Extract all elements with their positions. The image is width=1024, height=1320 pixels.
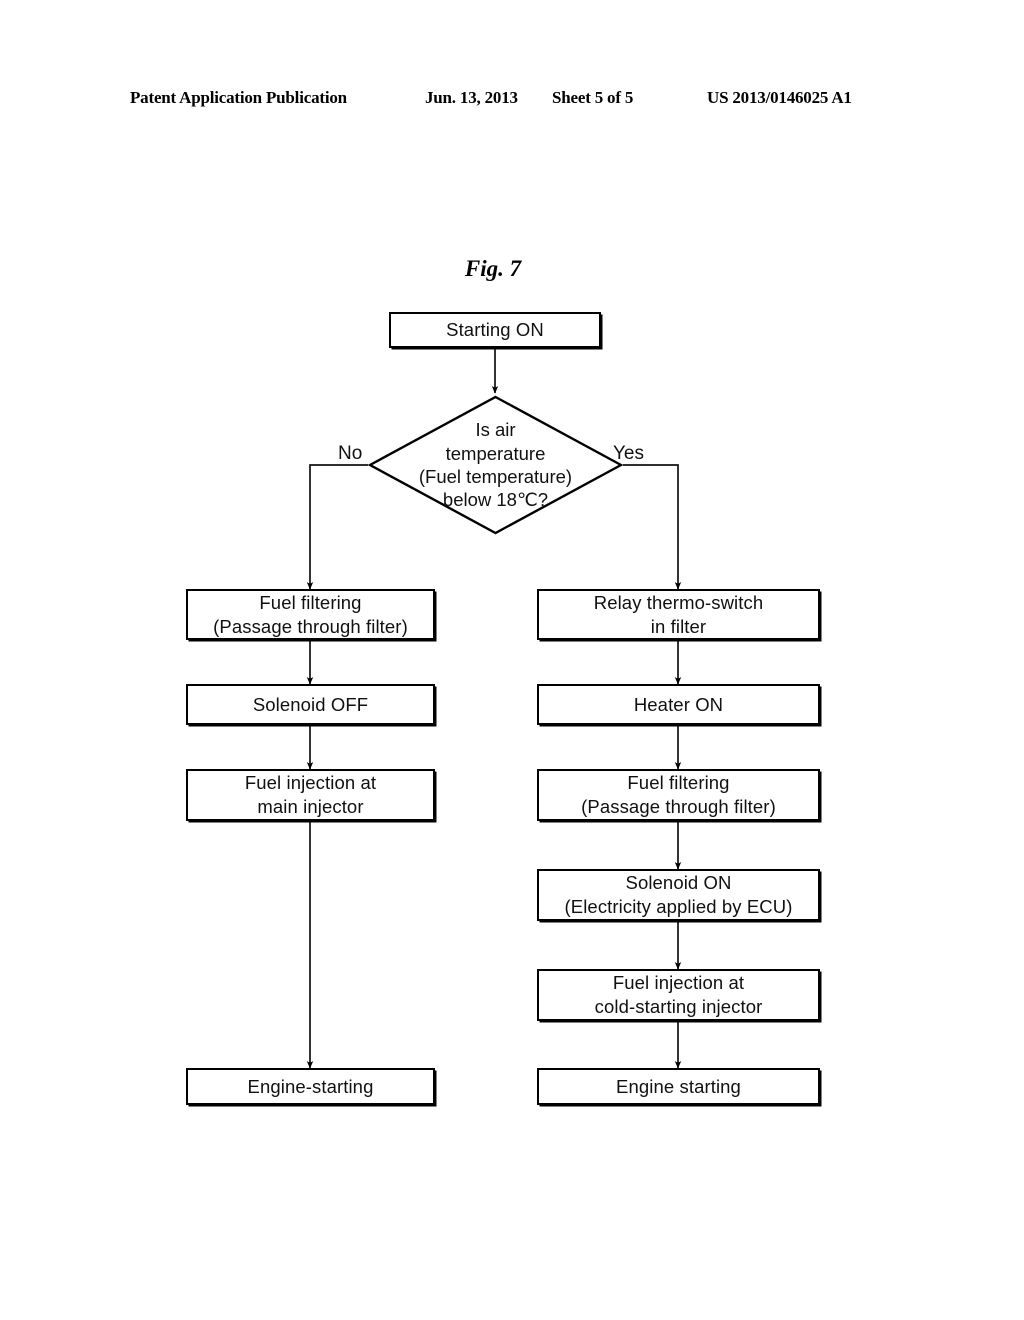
flow-node-text-line: (Passage through filter) — [213, 615, 408, 637]
flow-node-right-engine-starting-lines: Engine starting — [539, 1075, 818, 1099]
flow-node-left-fuel-filtering-lines: Fuel filtering (Passage through filter) — [188, 591, 433, 638]
flow-node-right-relay-thermo-switch-lines: Relay thermo-switch in filter — [539, 591, 818, 638]
flow-node-left-solenoid-off-lines: Solenoid OFF — [188, 693, 433, 717]
flow-node-left-fuel-injection[interactable]: Fuel injection at main injector — [186, 769, 435, 821]
flow-node-left-engine-starting[interactable]: Engine-starting — [186, 1068, 435, 1105]
connector-yes-branch — [623, 464, 682, 590]
flow-node-right-fuel-filtering[interactable]: Fuel filtering (Passage through filter) — [537, 769, 820, 821]
flowchart-connectors — [306, 348, 682, 1069]
flow-node-right-cold-start-injection[interactable]: Fuel injection at cold-starting injector — [537, 969, 820, 1021]
flow-node-text-line: Heater ON — [633, 693, 724, 715]
flow-node-starting-on[interactable]: Starting ON — [389, 312, 601, 348]
flow-node-text-line: Fuel filtering — [259, 591, 362, 613]
flow-node-text-line: Relay thermo-switch — [593, 591, 764, 613]
flow-node-text-line: Fuel injection at — [244, 772, 377, 794]
flow-node-right-fuel-filtering-lines: Fuel filtering (Passage through filter) — [539, 771, 818, 818]
flow-node-text-line: Starting ON — [446, 319, 544, 341]
flow-decision-air-temperature[interactable]: Is air temperature (Fuel temperature) below… — [368, 395, 623, 535]
decision-diamond-shape — [368, 395, 623, 535]
flow-node-text-line: Solenoid OFF — [252, 693, 369, 715]
flow-node-left-fuel-injection-lines: Fuel injection at main injector — [188, 771, 433, 818]
flow-node-text-line: cold-starting injector — [594, 996, 763, 1017]
branch-label-no: No — [338, 443, 363, 464]
flow-node-text-line: Engine-starting — [247, 1075, 374, 1097]
flow-node-right-solenoid-on[interactable]: Solenoid ON (Electricity applied by ECU) — [537, 869, 820, 921]
flow-node-text-line: (Electricity applied by ECU) — [564, 896, 793, 917]
flow-node-text-line: in filter — [650, 615, 707, 637]
connector-no-branch — [306, 464, 368, 590]
branch-label-yes: Yes — [613, 443, 644, 464]
flow-node-text-line: Solenoid ON — [625, 872, 732, 894]
flow-node-text-line: Fuel filtering — [627, 772, 730, 794]
flow-node-right-cold-start-injection-lines: Fuel injection at cold-starting injector — [539, 971, 818, 1018]
flow-node-right-heater-on[interactable]: Heater ON — [537, 684, 820, 725]
flow-node-right-heater-on-lines: Heater ON — [539, 693, 818, 717]
flow-node-left-solenoid-off[interactable]: Solenoid OFF — [186, 684, 435, 725]
flow-node-starting-on-lines: Starting ON — [391, 318, 599, 342]
flow-node-right-solenoid-on-lines: Solenoid ON (Electricity applied by ECU) — [539, 871, 818, 918]
flow-node-right-engine-starting[interactable]: Engine starting — [537, 1068, 820, 1105]
flow-node-right-relay-thermo-switch[interactable]: Relay thermo-switch in filter — [537, 589, 820, 640]
flow-node-text-line: (Passage through filter) — [581, 796, 776, 817]
flow-node-text-line: Fuel injection at — [612, 972, 745, 994]
flow-node-text-line: Engine starting — [616, 1075, 741, 1097]
flow-node-left-fuel-filtering[interactable]: Fuel filtering (Passage through filter) — [186, 589, 435, 640]
flow-node-left-engine-starting-lines: Engine-starting — [188, 1075, 433, 1099]
flow-node-text-line: main injector — [257, 796, 364, 817]
